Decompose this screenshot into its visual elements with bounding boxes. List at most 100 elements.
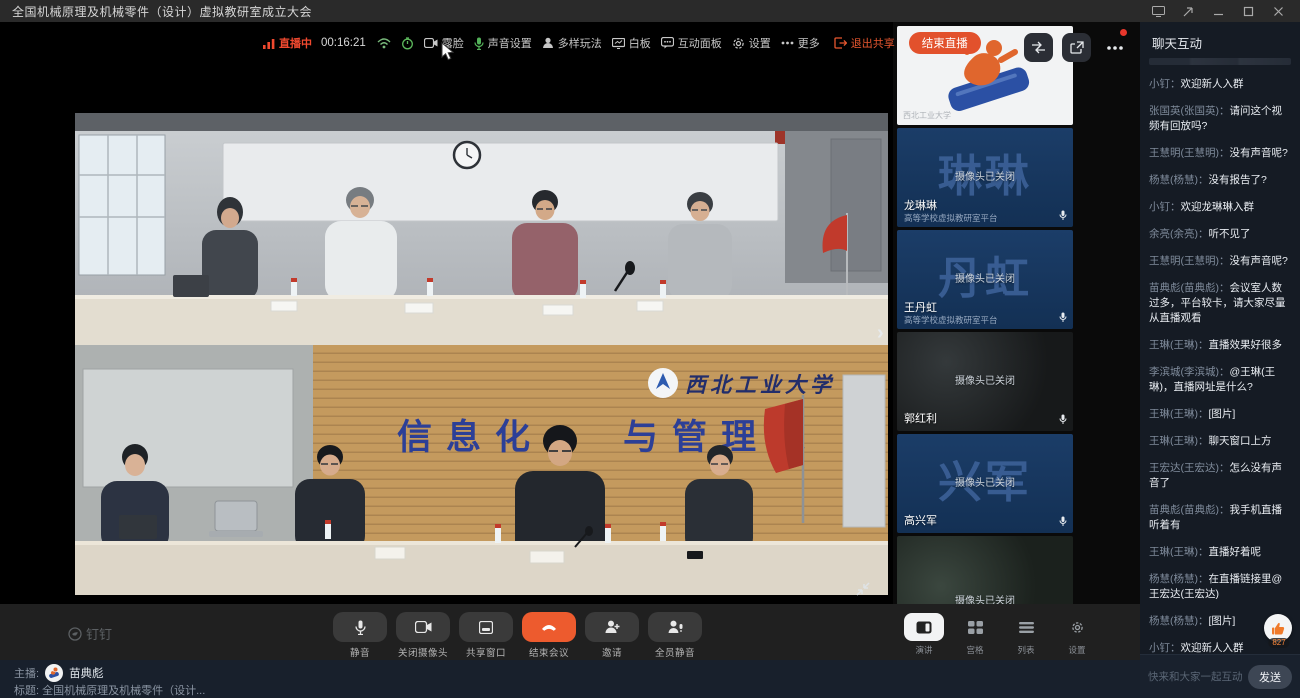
gear-icon <box>1071 621 1084 634</box>
participant-subtitle: 高等学校虚拟教研室平台 <box>904 212 998 224</box>
stream-title: 全国机械原理及机械零件（设计... <box>42 685 205 697</box>
exit-share-button[interactable]: 退出共享 <box>834 35 895 51</box>
settings-button[interactable]: 设置 <box>730 35 773 51</box>
live-toolbar: 直播中 00:16:21 露脸 声音设置 多样玩法 白板 互动面板 设置 <box>263 31 981 55</box>
participant-name: 龙琳琳 <box>904 197 937 213</box>
popout-icon[interactable] <box>1178 3 1198 19</box>
end-live-button[interactable]: 结束直播 <box>909 32 981 54</box>
window-icon <box>479 621 493 634</box>
signal-bars-icon <box>263 38 275 49</box>
forward-share-icon[interactable] <box>1062 33 1091 62</box>
minimize-icon[interactable] <box>1208 3 1228 19</box>
like-count: 827 <box>1268 638 1289 648</box>
mute-button[interactable]: 静音 <box>333 612 387 659</box>
main-video-feed-bottom: 西北工业大学 信息化 与管理处 <box>75 345 888 595</box>
view-mode-speaker[interactable]: 演讲 <box>903 613 945 656</box>
tile-caption: 西北工业大学 <box>903 110 951 121</box>
like-button[interactable]: 827 <box>1264 614 1294 648</box>
control-buttons: 静音 关闭摄像头 共享窗口 结束会议 邀请 全员静音 <box>333 612 702 659</box>
chat-message: 王琳(王琳)：聊天窗口上方 <box>1149 434 1291 449</box>
camera-off-button[interactable]: 关闭摄像头 <box>396 612 450 659</box>
chat-message: 李滨城(李滨城)：@王琳(王琳)，直播网址是什么? <box>1149 365 1291 395</box>
interaction-panel-button[interactable]: 互动面板 <box>659 35 724 51</box>
sound-settings-button[interactable]: 声音设置 <box>472 35 534 51</box>
participant-tile[interactable]: 丹虹 摄像头已关闭 王丹虹 高等学校虚拟教研室平台 <box>897 230 1073 329</box>
invite-person-icon <box>605 620 620 634</box>
shrink-video-icon[interactable] <box>855 581 871 597</box>
next-page-arrow[interactable]: › <box>877 324 884 342</box>
exit-icon <box>834 37 847 49</box>
chat-message: 王慧明(王慧明)：没有声音呢? <box>1149 254 1291 269</box>
meeting-control-bar: 钉钉 静音 关闭摄像头 共享窗口 结束会议 邀请 <box>0 604 1140 660</box>
mic-status-icon <box>1059 210 1067 221</box>
speaker-view-icon <box>916 621 932 634</box>
banner-university-text: 西北工业大学 <box>685 373 835 397</box>
participant-tile[interactable]: 琳琳 摄像头已关闭 龙琳琳 高等学校虚拟教研室平台 <box>897 128 1073 227</box>
whiteboard-icon <box>612 38 625 49</box>
host-info-bar: 主播: 苗典彪 标题: 全国机械原理及机械零件（设计... <box>0 660 1140 698</box>
mic-status-icon <box>1059 312 1067 323</box>
camera-icon <box>415 621 432 633</box>
chat-input-bar: 发送 <box>1140 654 1300 698</box>
chat-panel: 聊天互动 小钉：欢迎新人入群 张国英(张国英)：请问这个视频有回放吗? 王慧明(… <box>1140 22 1300 698</box>
list-view-icon <box>1019 622 1034 633</box>
banner-dept-left-text: 信息化 <box>397 417 544 457</box>
live-status-badge: 直播中 <box>263 35 312 51</box>
camera-off-status: 摄像头已关闭 <box>897 474 1073 489</box>
close-icon[interactable] <box>1268 3 1288 19</box>
view-mode-grid[interactable]: 宫格 <box>954 613 996 656</box>
mic-status-icon <box>1059 414 1067 425</box>
send-button[interactable]: 发送 <box>1248 665 1292 689</box>
chat-message: 苗典彪(苗典彪)：我手机直播听着有 <box>1149 503 1291 533</box>
window-titlebar: 全国机械原理及机械零件（设计）虚拟教研室成立大会 <box>0 0 1300 22</box>
notification-dot <box>1120 29 1127 36</box>
subtitle-translate-icon[interactable] <box>1024 33 1053 62</box>
view-settings[interactable]: 设置 <box>1056 613 1098 656</box>
host-avatar <box>45 664 63 682</box>
participant-name: 郭红利 <box>904 410 937 426</box>
participant-tile[interactable]: 摄像头已关闭 COM... <box>897 536 1073 604</box>
view-mode-list[interactable]: 列表 <box>1005 613 1047 656</box>
more-options-icon[interactable] <box>1100 33 1129 62</box>
chat-message: 小钉：欢迎新人入群 <box>1149 77 1291 92</box>
mute-all-icon <box>668 620 683 634</box>
participant-name: 高兴军 <box>904 512 937 528</box>
participant-subtitle: 高等学校虚拟教研室平台 <box>904 314 998 326</box>
mute-all-button[interactable]: 全员静音 <box>648 612 702 659</box>
chat-bubble-icon <box>661 37 674 49</box>
participant-tile[interactable]: 兴军 摄像头已关闭 高兴军 <box>897 434 1073 533</box>
mic-icon <box>474 37 484 50</box>
chat-message: 余亮(余亮)：听不见了 <box>1149 227 1291 242</box>
chat-message: 杨慧(杨慧)：没有报告了? <box>1149 173 1291 188</box>
screencast-icon[interactable] <box>1148 3 1168 19</box>
participant-name: 王丹虹 <box>904 299 937 315</box>
more-button[interactable]: 更多 <box>779 35 822 51</box>
grid-view-icon <box>968 621 983 634</box>
phone-down-icon <box>540 623 558 631</box>
camera-off-status: 摄像头已关闭 <box>897 270 1073 285</box>
end-meeting-button[interactable]: 结束会议 <box>522 612 576 659</box>
view-mode-switcher: 演讲 宫格 列表 设置 <box>903 613 1098 656</box>
window-title: 全国机械原理及机械零件（设计）虚拟教研室成立大会 <box>12 3 312 20</box>
network-status-icon <box>375 38 393 49</box>
dingtalk-watermark: 钉钉 <box>68 624 112 643</box>
share-window-button[interactable]: 共享窗口 <box>459 612 513 659</box>
diverse-play-button[interactable]: 多样玩法 <box>540 35 604 51</box>
maximize-icon[interactable] <box>1238 3 1258 19</box>
dingtalk-live-window: 全国机械原理及机械零件（设计）虚拟教研室成立大会 直播中 00:16:21 露脸… <box>0 0 1300 698</box>
participants-sidebar: 西北工业大学 琳琳 摄像头已关闭 龙琳琳 高等学校虚拟教研室平台 丹虹 摄像头已… <box>893 22 1140 604</box>
stream-title-line: 标题: 全国机械原理及机械零件（设计... <box>14 682 205 698</box>
participant-tile[interactable]: 摄像头已关闭 郭红利 <box>897 332 1073 431</box>
invite-button[interactable]: 邀请 <box>585 612 639 659</box>
camera-icon <box>424 38 438 48</box>
person-icon <box>542 37 554 49</box>
chat-message: 王琳(王琳)：[图片] <box>1149 407 1291 422</box>
whiteboard-button[interactable]: 白板 <box>610 35 653 51</box>
camera-off-status: 摄像头已关闭 <box>897 372 1073 387</box>
dingtalk-logo-icon <box>68 627 82 641</box>
chat-message-list: 小钉：欢迎新人入群 张国英(张国英)：请问这个视频有回放吗? 王慧明(王慧明)：… <box>1140 54 1300 654</box>
chat-message: 王琳(王琳)：直播好着呢 <box>1149 545 1291 560</box>
chat-input[interactable] <box>1148 671 1242 683</box>
window-controls <box>1148 3 1288 19</box>
chat-header: 聊天互动 <box>1140 22 1300 56</box>
